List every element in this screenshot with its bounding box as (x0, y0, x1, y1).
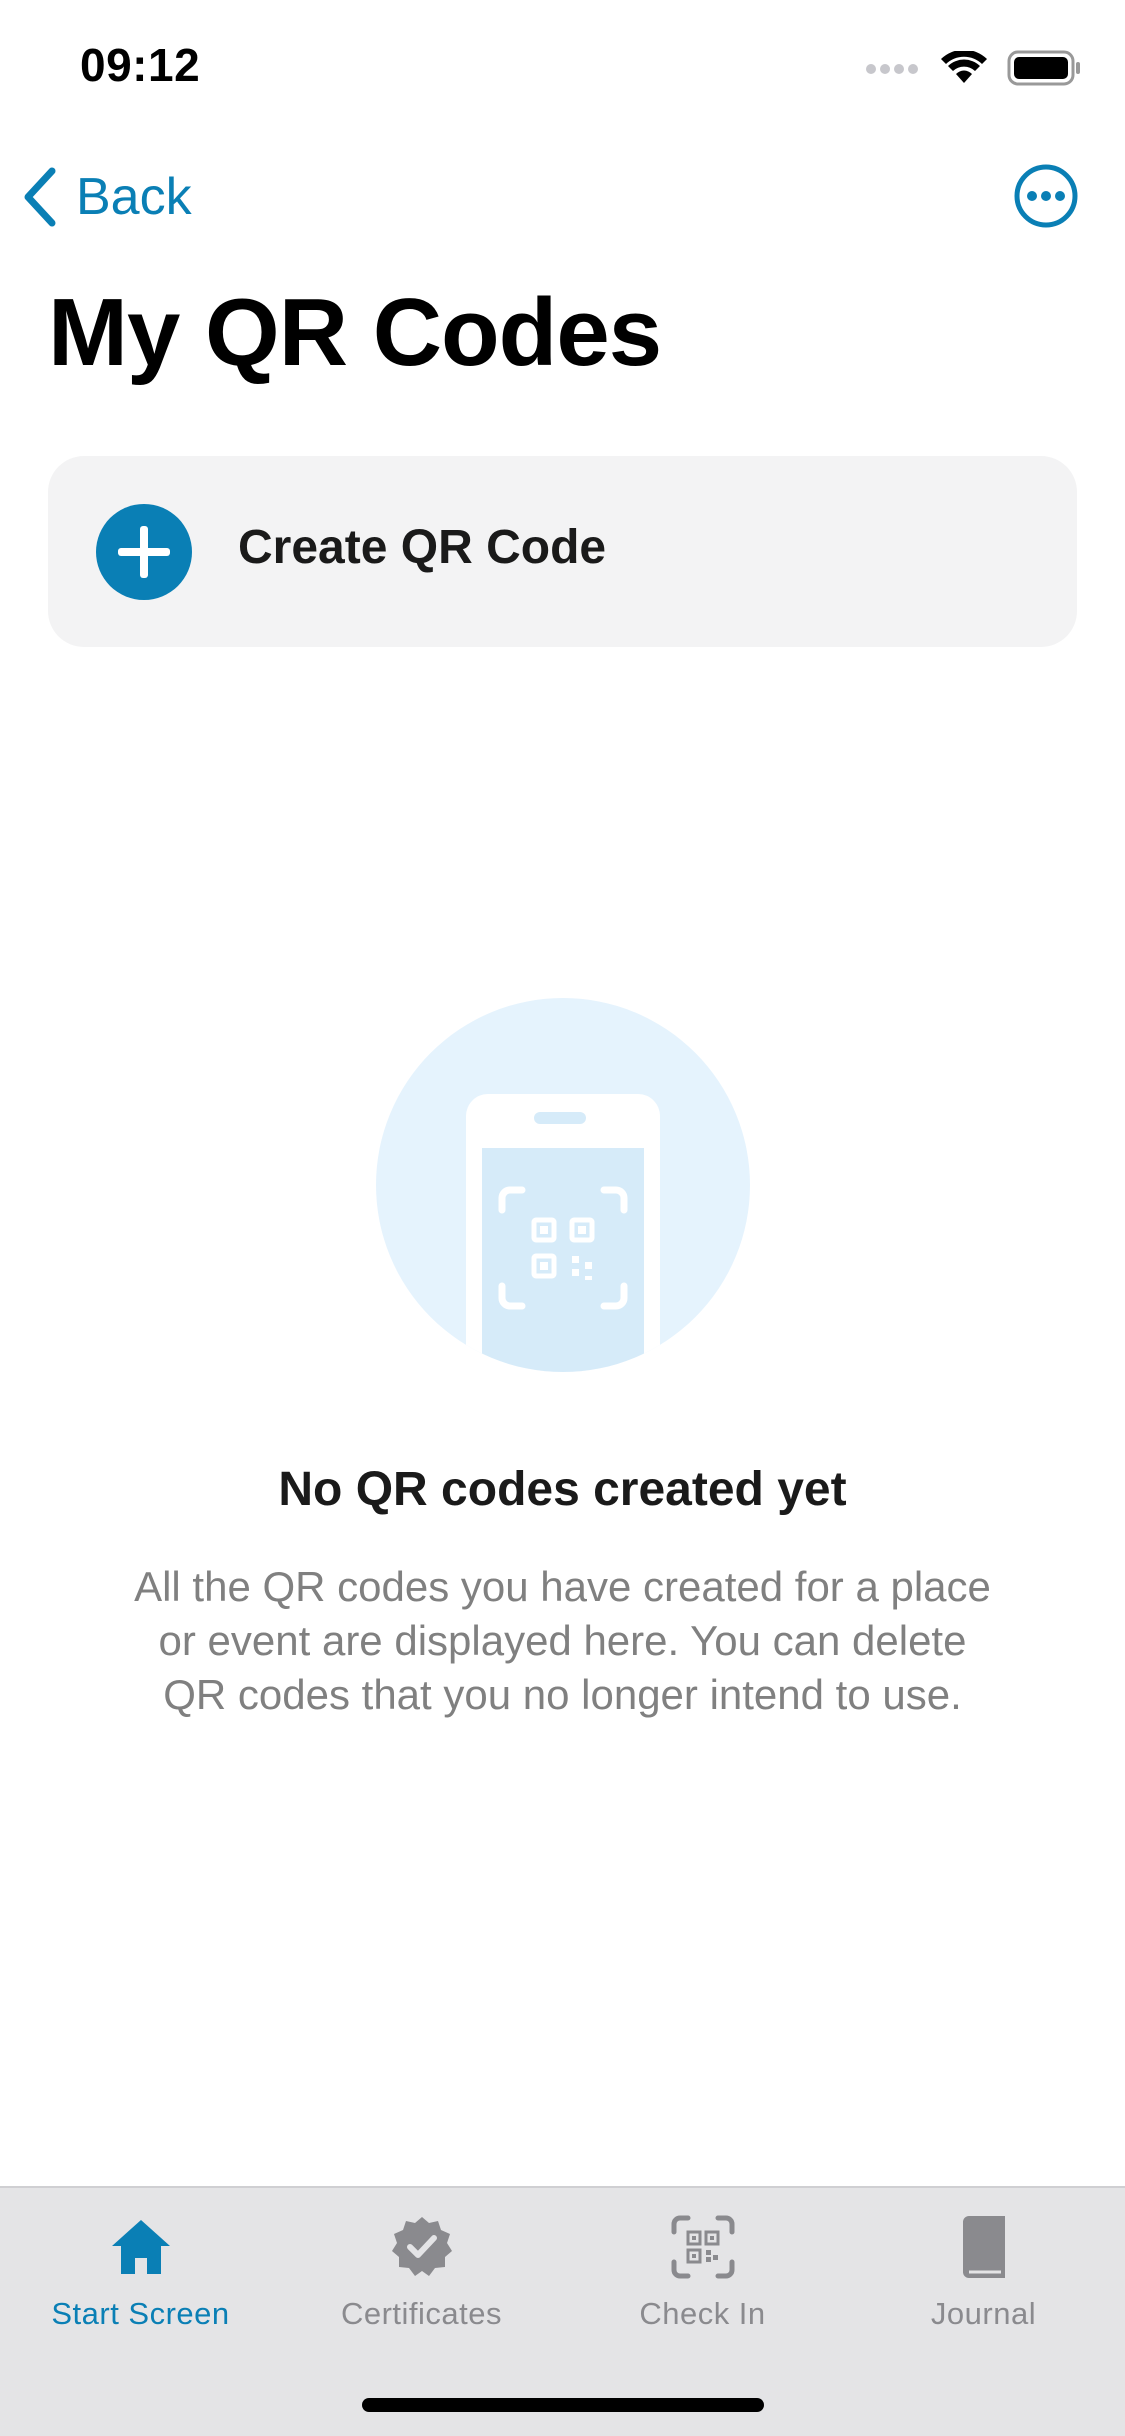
phone-qr-illustration-icon (376, 998, 750, 1372)
tab-certificates[interactable]: Certificates (281, 2188, 562, 2363)
status-bar: 09:12 (0, 0, 1125, 132)
cellular-signal-icon (866, 64, 918, 74)
chevron-left-icon (24, 167, 56, 227)
battery-icon (1007, 50, 1080, 86)
status-icons (865, 48, 1081, 88)
tab-label: Journal (930, 2296, 1037, 2331)
back-label: Back (76, 168, 192, 226)
tab-journal[interactable]: Journal (843, 2188, 1124, 2363)
tab-label: Start Screen (51, 2296, 230, 2331)
certificate-check-icon (392, 2217, 452, 2276)
create-qr-code-label: Create QR Code (238, 521, 607, 574)
back-button[interactable]: Back (22, 162, 192, 232)
house-icon (112, 2220, 170, 2274)
empty-state-description: All the QR codes you have created for a … (134, 1563, 991, 1718)
plus-circle-icon (96, 504, 192, 600)
wifi-icon (941, 51, 987, 83)
empty-state-title: No QR codes created yet (278, 1463, 847, 1516)
tab-label: Check In (639, 2296, 766, 2331)
more-options-button[interactable] (1013, 163, 1079, 229)
tab-start-screen[interactable]: Start Screen (0, 2188, 281, 2363)
qr-scan-icon (671, 2215, 735, 2279)
create-qr-code-button[interactable]: Create QR Code (48, 456, 1077, 647)
tab-label: Certificates (340, 2296, 503, 2331)
status-time: 09:12 (80, 39, 201, 91)
book-icon (963, 2216, 1005, 2278)
screen: 09:12 Back My QR Codes Create QR Code No… (0, 0, 1125, 2436)
tab-check-in[interactable]: Check In (562, 2188, 843, 2363)
ellipsis-circle-icon (1014, 164, 1078, 228)
page-title: My QR Codes (48, 279, 662, 386)
home-indicator (362, 2398, 764, 2412)
